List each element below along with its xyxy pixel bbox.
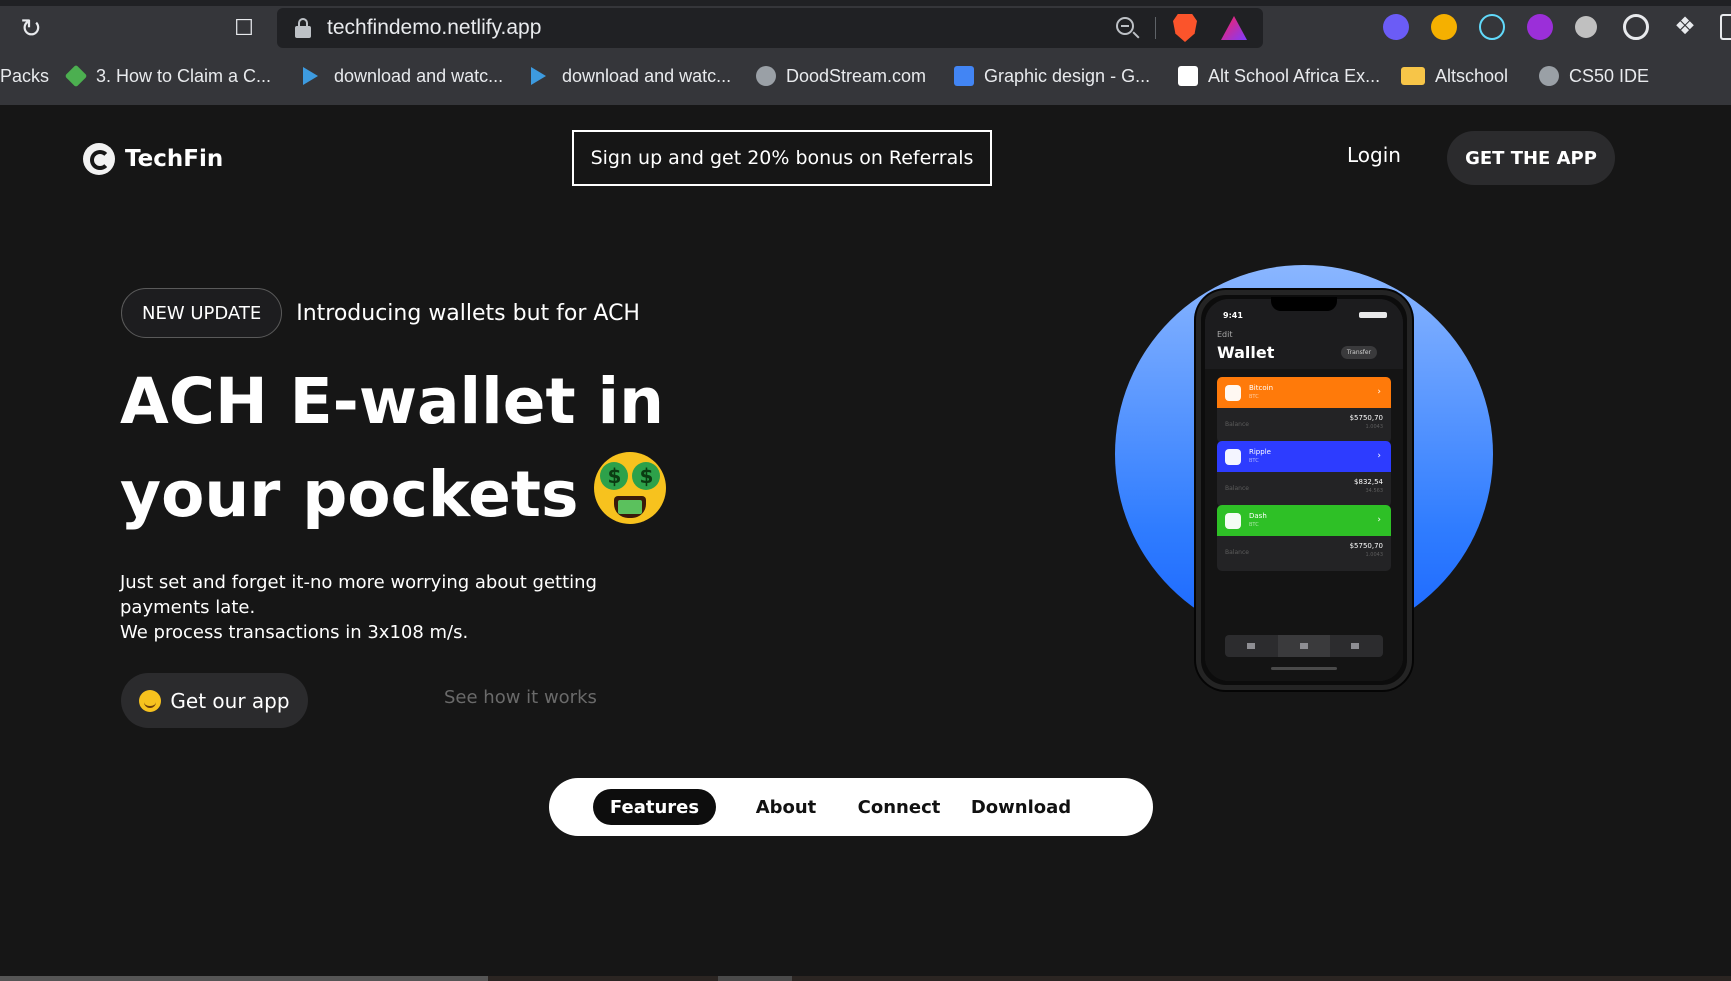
bitcoin-icon	[1225, 384, 1241, 401]
login-link[interactable]: Login	[1347, 143, 1401, 167]
url-text[interactable]: techfindemo.netlify.app	[327, 16, 541, 40]
play-icon	[303, 67, 318, 85]
folder-icon	[1401, 67, 1425, 85]
separator	[1155, 17, 1156, 39]
brave-rewards-icon[interactable]	[1221, 16, 1247, 40]
update-text: Introducing wallets but for ACH	[296, 300, 640, 326]
hero-title-line: your pockets $ $	[120, 448, 740, 541]
bookmark-item[interactable]: Altschool	[1401, 60, 1508, 92]
bookmark-item[interactable]: download and watc...	[531, 60, 731, 92]
new-update-badge: NEW UPDATE	[121, 288, 283, 338]
bookmark-item[interactable]: download and watc...	[303, 60, 503, 92]
sidebar-icon[interactable]	[1720, 14, 1731, 40]
logo-text: TechFin	[125, 146, 224, 172]
chart-icon	[1247, 643, 1255, 649]
get-our-app-button[interactable]: Get our app	[121, 673, 308, 728]
nav-about[interactable]: About	[747, 789, 825, 825]
phone-screen: 9:41 Edit Wallet Transfer Bitcoin BTC › B…	[1205, 299, 1403, 681]
bookmarks-bar: Packs 3. How to Claim a C... download an…	[0, 58, 1731, 94]
grid-icon	[1351, 643, 1359, 649]
chevron-right-icon: ›	[1377, 451, 1381, 461]
globe-icon	[1539, 66, 1559, 86]
wallet-card-header: Ripple BTC ›	[1217, 441, 1391, 472]
logo-icon	[83, 143, 115, 175]
logo[interactable]: TechFin	[83, 143, 223, 175]
horizontal-scrollbar[interactable]	[0, 976, 1731, 981]
address-bar[interactable]: techfindemo.netlify.app	[277, 8, 1263, 48]
extension-icon[interactable]	[1623, 14, 1649, 40]
bookmark-item[interactable]: 3. How to Claim a C...	[64, 60, 271, 92]
status-time: 9:41	[1223, 311, 1243, 320]
smile-emoji-icon	[139, 689, 162, 712]
bookmark-item[interactable]: DoodStream.com	[756, 60, 926, 92]
nav-download[interactable]: Download	[966, 789, 1076, 825]
see-how-it-works-link[interactable]: See how it works	[444, 687, 597, 708]
bookmark-item[interactable]: Packs	[0, 60, 49, 92]
page-content: TechFin Sign up and get 20% bonus on Ref…	[0, 105, 1731, 981]
edit-label: Edit	[1217, 330, 1233, 339]
status-icons	[1359, 312, 1387, 318]
extension-icon[interactable]	[1575, 16, 1597, 38]
zoom-out-icon[interactable]	[1115, 16, 1141, 42]
wallet-title: Wallet	[1217, 343, 1275, 362]
scrollbar-thumb[interactable]	[718, 976, 792, 981]
play-icon	[531, 67, 546, 85]
nav-connect[interactable]: Connect	[849, 789, 949, 825]
money-mouth-face-icon: $ $	[594, 452, 667, 524]
notion-icon	[1178, 66, 1198, 86]
referral-promo-banner[interactable]: Sign up and get 20% bonus on Referrals	[572, 130, 992, 186]
extension-icon[interactable]	[1383, 14, 1409, 40]
phone-notch	[1271, 297, 1337, 311]
ripple-icon	[1225, 448, 1241, 465]
bookmark-icon[interactable]: ☐	[230, 14, 258, 44]
wallet-card-header: Bitcoin BTC ›	[1217, 377, 1391, 408]
wallet-card-header: Dash BTC ›	[1217, 505, 1391, 536]
tab-strip	[0, 0, 1731, 6]
lock-icon[interactable]	[295, 18, 311, 38]
extensions-puzzle-icon[interactable]: ❖	[1672, 13, 1698, 39]
home-indicator	[1271, 667, 1337, 670]
browser-chrome: ↻ ☐ techfindemo.netlify.app ❖ Packs 3. H…	[0, 0, 1731, 105]
bookmark-item[interactable]: Alt School Africa Ex...	[1178, 60, 1380, 92]
bookmark-item[interactable]: Graphic design - G...	[954, 60, 1150, 92]
bookmark-item[interactable]: CS50 IDE	[1539, 60, 1649, 92]
dash-icon	[1225, 512, 1241, 529]
globe-icon	[756, 66, 776, 86]
reload-icon[interactable]: ↻	[16, 14, 46, 44]
hero-title: ACH E-wallet in your pockets $ $	[120, 355, 740, 541]
brave-shields-icon[interactable]	[1173, 14, 1197, 42]
react-devtools-icon[interactable]	[1479, 14, 1505, 40]
phone-mockup: 9:41 Edit Wallet Transfer Bitcoin BTC › B…	[1196, 290, 1412, 690]
update-announcement: NEW UPDATE Introducing wallets but for A…	[121, 288, 640, 338]
bottom-nav: Features About Connect Download	[549, 778, 1153, 836]
hero-title-line: ACH E-wallet in	[120, 365, 664, 438]
extension-icon[interactable]	[1527, 14, 1553, 40]
wallet-card: Ripple BTC › Balance $832,54 34.563	[1217, 441, 1391, 507]
wallet-card: Bitcoin BTC › Balance $5750,70 1.0043	[1217, 377, 1391, 443]
extension-icon[interactable]	[1431, 14, 1457, 40]
list-icon	[1300, 643, 1308, 649]
bookmark-favicon-icon	[64, 64, 88, 88]
get-the-app-button[interactable]: GET THE APP	[1447, 131, 1615, 185]
chevron-right-icon: ›	[1377, 387, 1381, 397]
phone-tab-bar	[1225, 635, 1383, 657]
wallet-card: Dash BTC › Balance $5750,70 1.0043	[1217, 505, 1391, 571]
chevron-right-icon: ›	[1377, 515, 1381, 525]
transfer-pill: Transfer	[1341, 346, 1377, 359]
docs-icon	[954, 66, 974, 86]
hero-description: Just set and forget it-no more worrying …	[120, 572, 597, 643]
scrollbar-thumb[interactable]	[0, 976, 488, 981]
nav-features[interactable]: Features	[593, 789, 716, 825]
